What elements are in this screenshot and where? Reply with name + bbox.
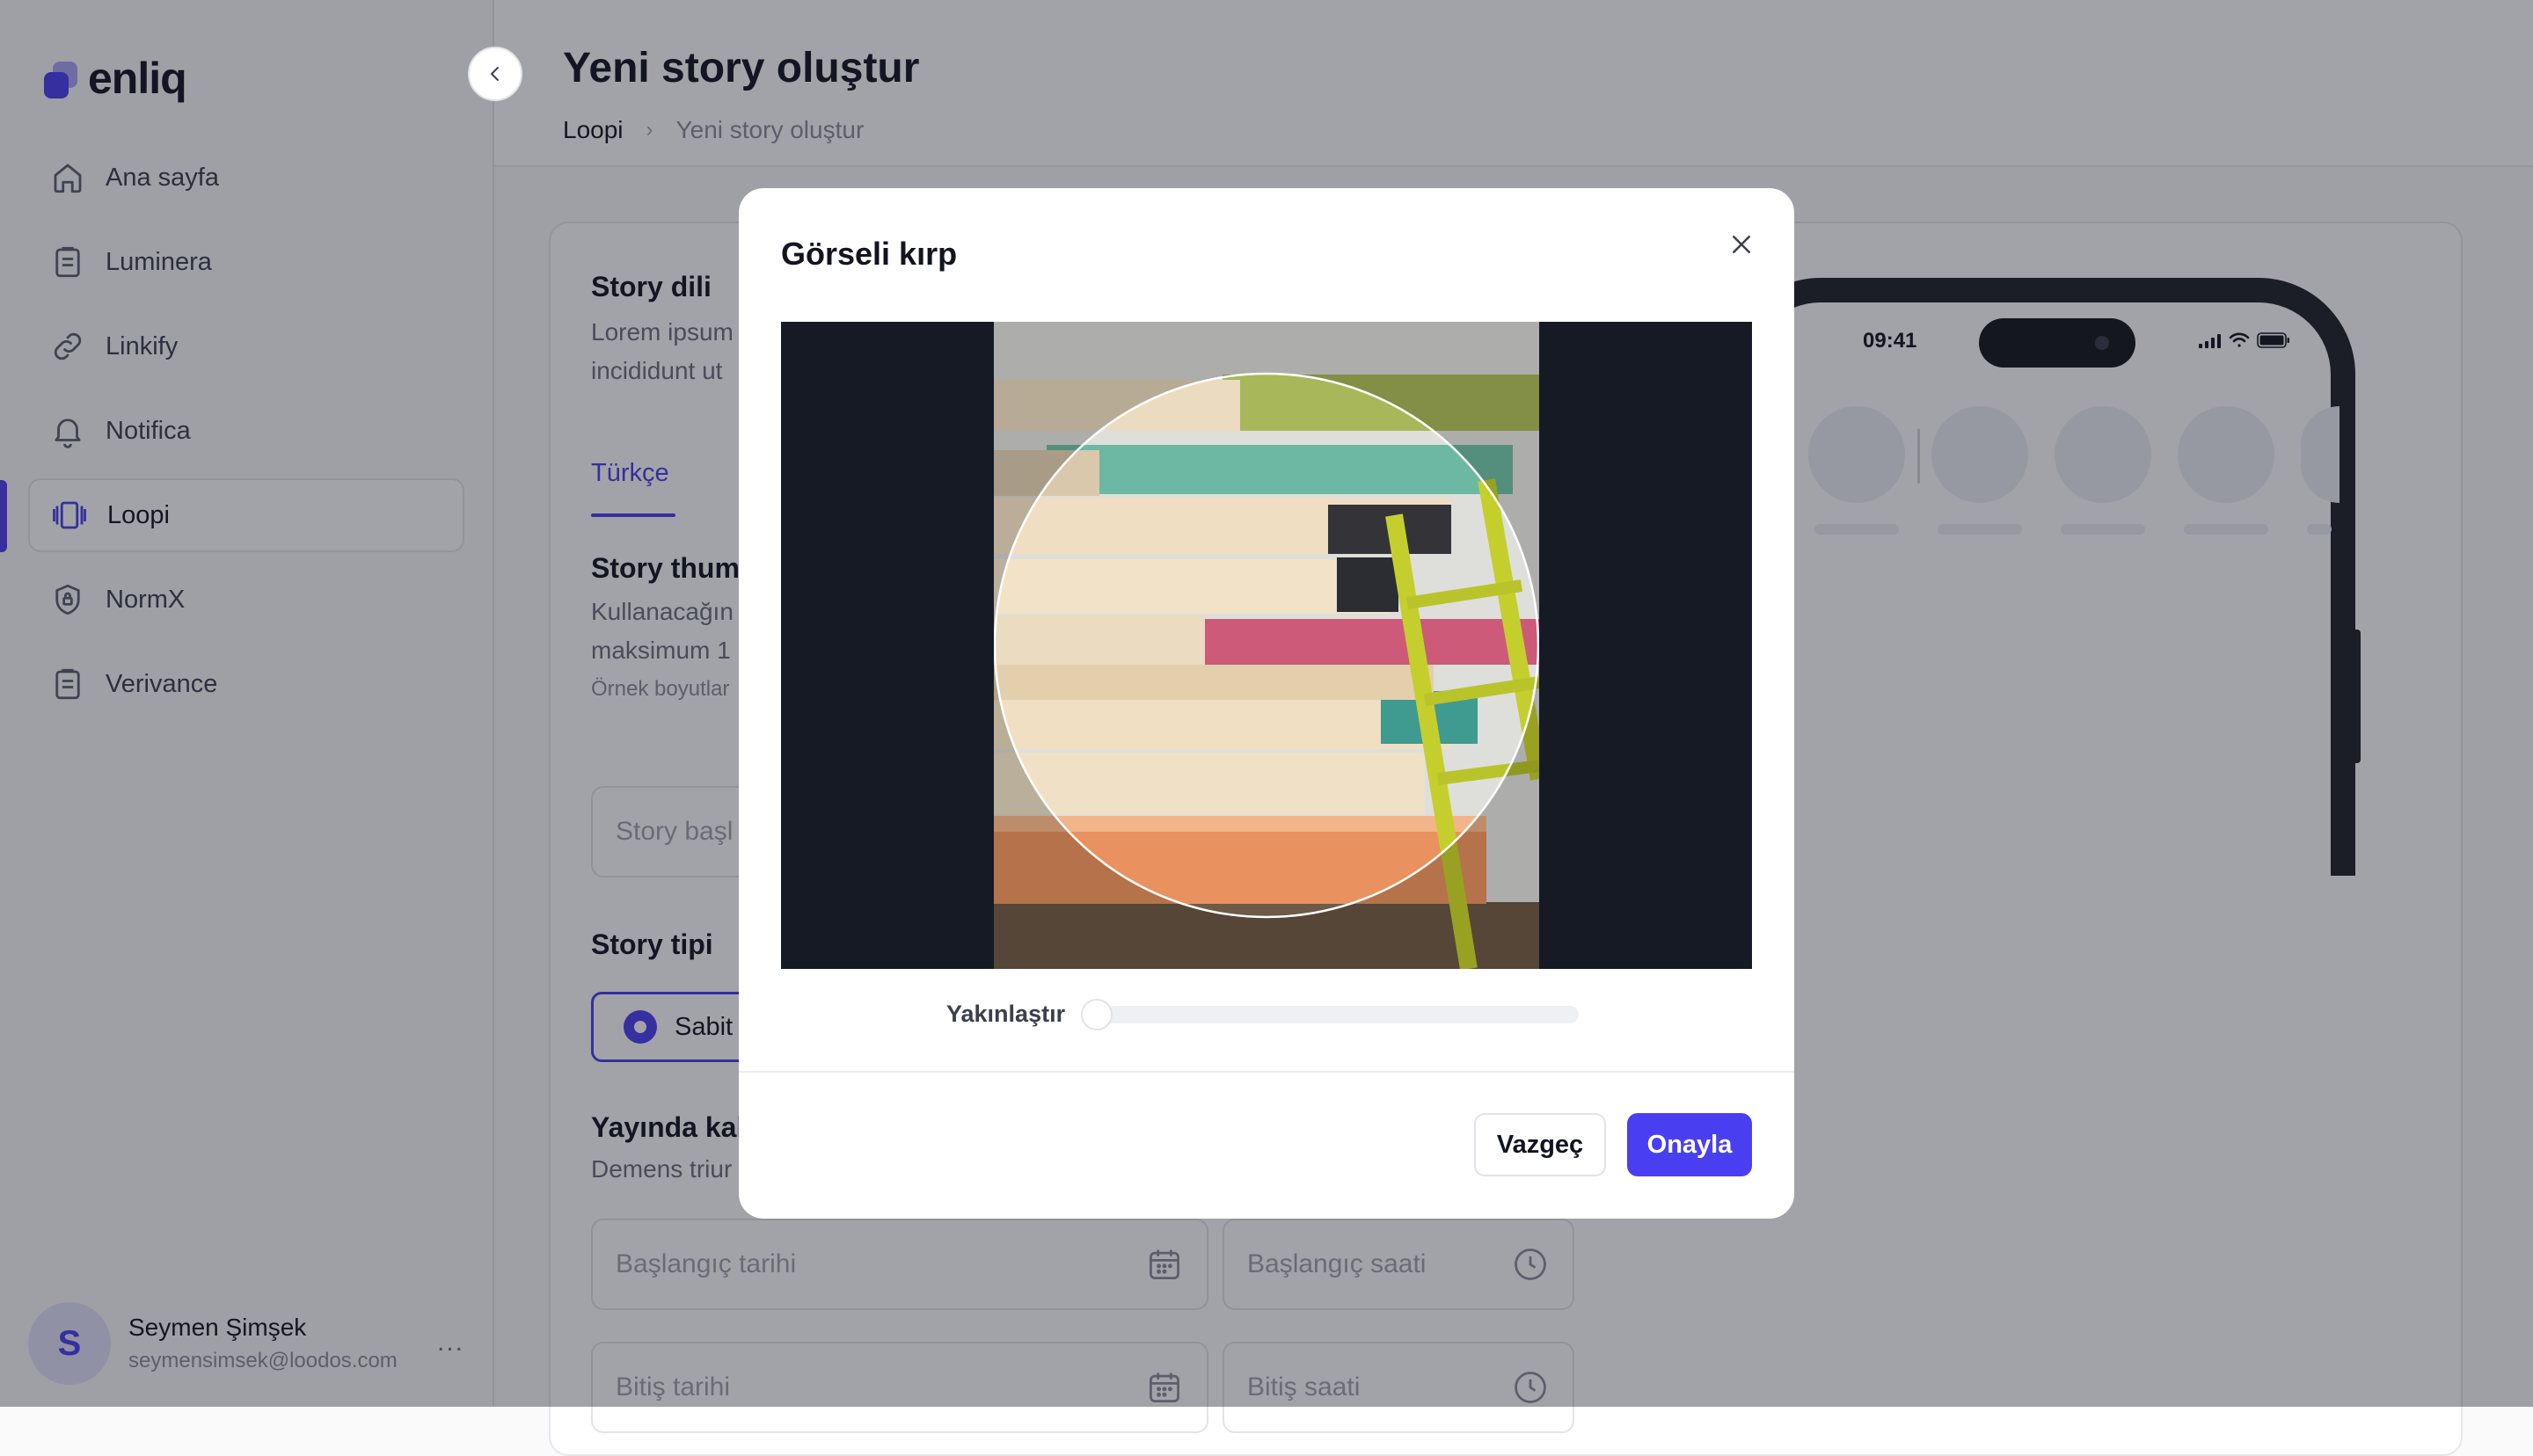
zoom-slider-handle[interactable] <box>1081 998 1113 1030</box>
close-button[interactable] <box>1722 225 1761 264</box>
collapse-sidebar-button[interactable] <box>468 47 522 101</box>
modal-title: Görseli kırp <box>781 236 958 272</box>
books-image <box>994 322 1539 969</box>
crop-area[interactable] <box>781 322 1752 969</box>
chevron-left-icon <box>491 67 499 81</box>
confirm-button[interactable]: Onayla <box>1627 1113 1752 1176</box>
modal-divider <box>739 1071 1794 1073</box>
close-icon <box>1733 236 1750 253</box>
zoom-control: Yakınlaştır <box>946 998 1580 1030</box>
cancel-button[interactable]: Vazgeç <box>1474 1113 1606 1176</box>
crop-image-modal: Görseli kırp Yakınlaştır Vazgeç Onayla <box>739 188 1794 1219</box>
zoom-slider[interactable] <box>1081 998 1580 1030</box>
zoom-label: Yakınlaştır <box>946 1001 1066 1027</box>
